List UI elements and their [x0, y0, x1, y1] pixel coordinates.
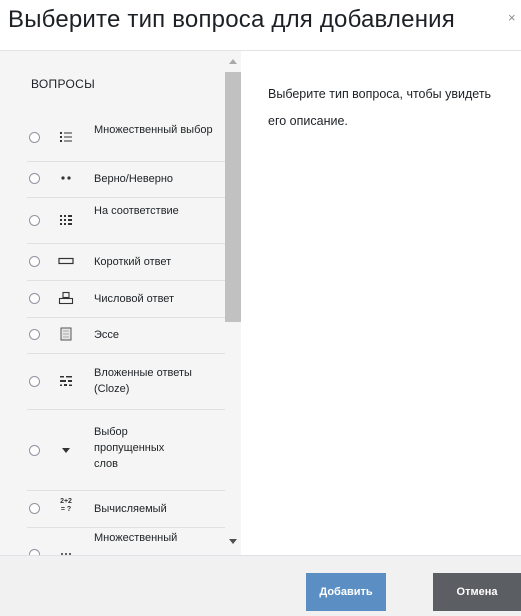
radio-button[interactable] [29, 329, 40, 340]
scroll-down-arrow-icon[interactable] [229, 539, 237, 544]
option-label: Вычисляемый [94, 503, 167, 515]
cancel-button[interactable]: Отмена [433, 573, 521, 611]
calculated-icon: 2+2 = ? [60, 498, 72, 513]
truefalse-icon [58, 171, 74, 185]
dialog-title: Выберите тип вопроса для добавления [8, 6, 455, 33]
radio-button[interactable] [29, 445, 40, 456]
radio-button[interactable] [29, 256, 40, 267]
option-label: Множественный [94, 532, 178, 544]
dialog-body: ВОПРОСЫ Множественный выбор Верно/Неверн… [0, 51, 521, 555]
multichoice-icon [58, 130, 74, 144]
add-button[interactable]: Добавить [306, 573, 386, 611]
option-calculatedmulti[interactable]: Множественный [27, 527, 225, 555]
option-label: На соответствие [94, 205, 179, 217]
options-panel: ВОПРОСЫ Множественный выбор Верно/Неверн… [0, 51, 241, 555]
option-numerical[interactable]: Числовой ответ [27, 280, 225, 318]
radio-button[interactable] [29, 215, 40, 226]
close-icon[interactable]: × [508, 10, 516, 25]
option-match[interactable]: На соответствие [27, 197, 225, 244]
option-label: Вложенные ответы (Cloze) [94, 367, 192, 395]
option-cloze[interactable]: Вложенные ответы (Cloze) [27, 353, 225, 410]
cloze-icon [58, 374, 74, 388]
numerical-icon [58, 291, 74, 305]
option-calculated[interactable]: 2+2 = ? Вычисляемый [27, 490, 225, 528]
option-gapselect[interactable]: Выбор пропущенных слов [27, 409, 225, 491]
scroll-up-arrow-icon[interactable] [229, 59, 237, 64]
radio-button[interactable] [29, 173, 40, 184]
scrollbar-thumb[interactable] [225, 72, 241, 322]
radio-button[interactable] [29, 376, 40, 387]
option-label: Выбор пропущенных слов [94, 426, 165, 470]
radio-button[interactable] [29, 503, 40, 514]
calculatedmulti-icon [58, 547, 74, 555]
match-icon [58, 213, 74, 227]
gapselect-icon [58, 443, 74, 457]
option-truefalse[interactable]: Верно/Неверно [27, 161, 225, 198]
option-label: Множественный выбор [94, 124, 213, 136]
option-label: Короткий ответ [94, 256, 172, 268]
option-essay[interactable]: Эссе [27, 317, 225, 354]
option-multichoice[interactable]: Множественный выбор [27, 116, 225, 162]
option-label: Верно/Неверно [94, 173, 174, 185]
shortanswer-icon [58, 254, 74, 268]
dialog-footer: Добавить Отмена [0, 555, 521, 616]
option-label: Числовой ответ [94, 293, 175, 305]
radio-button[interactable] [29, 293, 40, 304]
option-label: Эссе [94, 329, 120, 341]
question-type-description: Выберите тип вопроса, чтобы увидеть его … [268, 87, 492, 128]
radio-button[interactable] [29, 132, 40, 143]
options-list: ВОПРОСЫ Множественный выбор Верно/Неверн… [27, 51, 225, 555]
essay-icon [58, 327, 74, 341]
option-shortanswer[interactable]: Короткий ответ [27, 243, 225, 281]
section-label: ВОПРОСЫ [31, 77, 96, 91]
options-scrollbar[interactable] [225, 51, 241, 555]
dialog-header: Выберите тип вопроса для добавления × [0, 0, 521, 51]
